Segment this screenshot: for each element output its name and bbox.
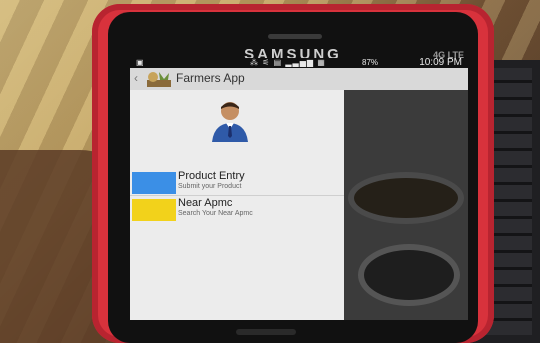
speaker-grille bbox=[268, 34, 322, 39]
drawer-item-product-entry[interactable]: Product Entry Submit your Product bbox=[130, 170, 344, 196]
drawer-item-subtitle: Search Your Near Apmc bbox=[178, 210, 253, 217]
battery-level: 87% bbox=[362, 58, 379, 67]
drawer-item-title: Product Entry bbox=[178, 170, 245, 182]
drawer-item-title: Near Apmc bbox=[178, 197, 233, 209]
near-apmc-color-tile bbox=[132, 199, 176, 221]
background-content bbox=[344, 90, 468, 320]
status-icons: ⁂ ⚟ ▤ ▂▃▅▆ ▦ bbox=[250, 58, 326, 67]
camera-lens-shape bbox=[364, 250, 454, 300]
product-entry-color-tile bbox=[132, 172, 176, 194]
notification-icon: ▣ bbox=[136, 58, 144, 67]
user-avatar-icon bbox=[212, 102, 248, 142]
status-bar: ▣ ⁂ ⚟ ▤ ▂▃▅▆ ▦ 87% 10:09 PM bbox=[130, 58, 468, 68]
action-bar: ‹ Farmers App bbox=[130, 68, 468, 90]
phone-screen: ▣ ⁂ ⚟ ▤ ▂▃▅▆ ▦ 87% 10:09 PM ‹ Farmers Ap… bbox=[130, 58, 468, 320]
back-icon[interactable]: ‹ bbox=[134, 71, 138, 85]
camera-lens-shape bbox=[354, 178, 458, 218]
app-logo-icon bbox=[147, 72, 171, 87]
app-title: Farmers App bbox=[176, 71, 245, 85]
photo: SAMSUNG 4G LTE ▣ ⁂ ⚟ ▤ ▂▃▅▆ ▦ 87% 10:09 … bbox=[0, 0, 540, 343]
drawer-item-near-apmc[interactable]: Near Apmc Search Your Near Apmc bbox=[130, 197, 344, 223]
clock: 10:09 PM bbox=[419, 58, 462, 68]
divider bbox=[130, 195, 344, 196]
drawer-item-subtitle: Submit your Product bbox=[178, 183, 242, 190]
navigation-drawer: Product Entry Submit your Product Near A… bbox=[130, 90, 344, 320]
home-button[interactable] bbox=[236, 329, 296, 335]
